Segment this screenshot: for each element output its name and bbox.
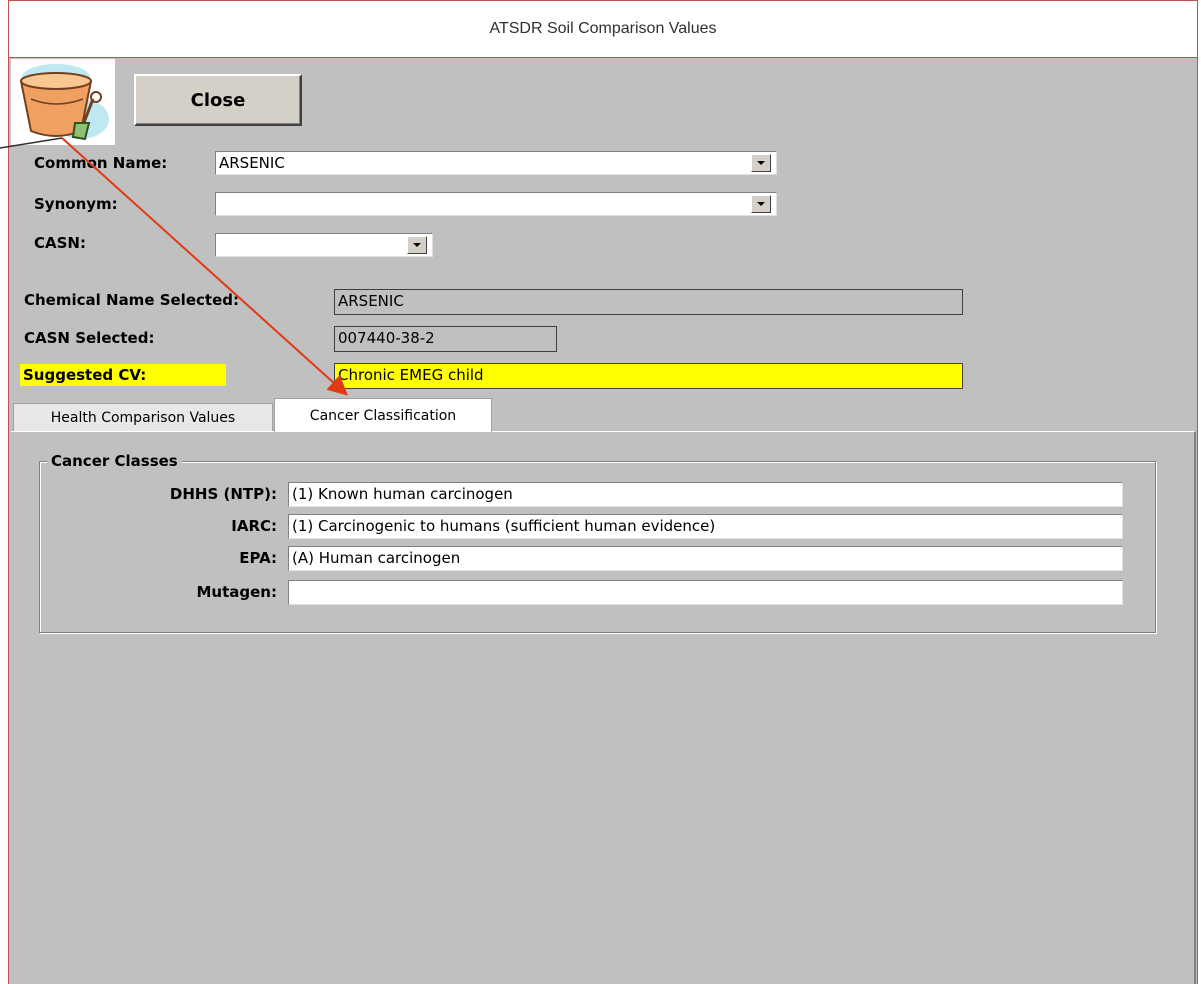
epa-field: (A) Human carcinogen bbox=[288, 546, 1123, 571]
window-title: ATSDR Soil Comparison Values bbox=[489, 20, 717, 37]
synonym-dropdown-button[interactable] bbox=[751, 195, 771, 213]
casn-dropdown-button[interactable] bbox=[407, 236, 427, 254]
tab-cancer-classification[interactable]: Cancer Classification bbox=[274, 398, 492, 432]
dhhs-ntp-field: (1) Known human carcinogen bbox=[288, 482, 1123, 507]
suggested-cv-field: Chronic EMEG child bbox=[334, 363, 963, 389]
title-bar: ATSDR Soil Comparison Values bbox=[9, 1, 1197, 58]
synonym-label: Synonym: bbox=[34, 195, 118, 213]
casn-combobox[interactable] bbox=[215, 233, 433, 257]
casn-label: CASN: bbox=[34, 234, 86, 252]
suggested-cv-label: Suggested CV: bbox=[20, 364, 226, 386]
iarc-label: IARC: bbox=[231, 517, 277, 535]
mutagen-field bbox=[288, 580, 1123, 605]
common-name-dropdown-button[interactable] bbox=[751, 154, 771, 172]
common-name-combobox[interactable]: ARSENIC bbox=[215, 151, 777, 175]
dhhs-ntp-label: DHHS (NTP): bbox=[169, 485, 277, 503]
cancer-classes-title: Cancer Classes bbox=[47, 452, 182, 470]
tab-health-comparison-values[interactable]: Health Comparison Values bbox=[13, 403, 273, 431]
epa-label: EPA: bbox=[239, 549, 277, 567]
close-button[interactable]: Close bbox=[134, 74, 302, 126]
chemical-name-selected-label: Chemical Name Selected: bbox=[24, 291, 239, 309]
dialog-window: ATSDR Soil Comparison Values Close Commo… bbox=[8, 0, 1198, 984]
chemical-name-selected-field: ARSENIC bbox=[334, 289, 963, 315]
casn-selected-field: 007440-38-2 bbox=[334, 326, 557, 352]
casn-selected-label: CASN Selected: bbox=[24, 329, 155, 347]
mutagen-label: Mutagen: bbox=[196, 583, 278, 601]
synonym-combobox[interactable] bbox=[215, 192, 777, 216]
bucket-and-shovel-icon bbox=[11, 59, 115, 145]
iarc-field: (1) Carcinogenic to humans (sufficient h… bbox=[288, 514, 1123, 539]
common-name-label: Common Name: bbox=[34, 154, 168, 172]
